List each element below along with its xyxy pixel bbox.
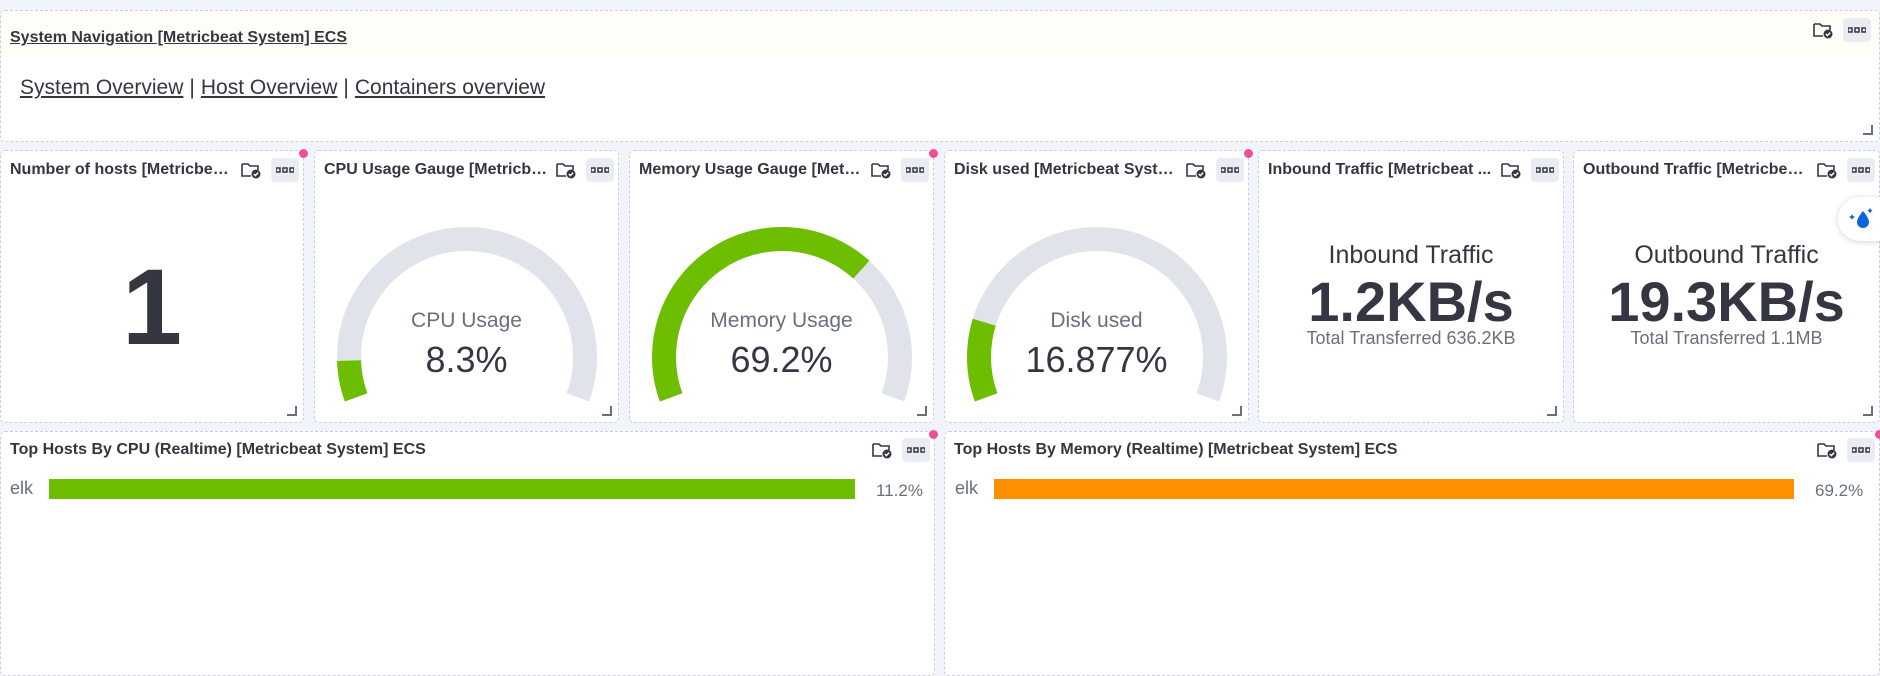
more-options-icon [1852, 167, 1870, 173]
panel-title: Top Hosts By Memory (Realtime) [Metricbe… [954, 441, 1398, 458]
more-options-icon [276, 167, 294, 173]
save-to-library-button[interactable] [868, 438, 896, 462]
traffic-total: Total Transferred 1.1MB [1630, 328, 1823, 348]
link-system-overview[interactable]: System Overview [20, 76, 183, 99]
traffic-label: Inbound Traffic [1328, 241, 1494, 269]
save-to-library-button[interactable] [1809, 18, 1837, 42]
link-containers-overview[interactable]: Containers overview [355, 76, 545, 99]
gauge-value: 16.877% [1025, 339, 1168, 380]
panel-options-button[interactable] [1531, 158, 1559, 182]
panel-options-button[interactable] [902, 438, 930, 462]
panel-title: Outbound Traffic [Metricbea... [1583, 161, 1808, 178]
panel-options-button[interactable] [1847, 158, 1875, 182]
memory-gauge [652, 227, 912, 402]
resize-handle-icon[interactable] [602, 406, 612, 416]
notification-dot [1875, 430, 1880, 439]
panel-options-button[interactable] [1843, 18, 1871, 42]
notification-dot [929, 430, 938, 439]
outbound-traffic-panel: Outbound Traffic [Metricbea... Outbound … [1573, 150, 1880, 423]
disk-gauge [967, 227, 1227, 402]
save-to-library-button[interactable] [1813, 438, 1841, 462]
link-separator: | [343, 76, 349, 99]
folder-check-icon [872, 443, 892, 459]
cpu-usage-gauge-panel: CPU Usage Gauge [Metricbe... CPU Usage 8… [314, 150, 619, 423]
nav-links: System Overview | Host Overview | Containers… [20, 76, 545, 100]
top-hosts-cpu-panel: Top Hosts By CPU (Realtime) [Metricbeat … [0, 431, 935, 676]
host-bar[interactable] [49, 479, 855, 499]
resize-handle-icon[interactable] [1232, 406, 1242, 416]
save-to-library-button[interactable] [1813, 158, 1841, 182]
gauge-label: CPU Usage [411, 309, 522, 332]
resize-handle-icon[interactable] [917, 406, 927, 416]
gauge-label: Memory Usage [710, 309, 853, 332]
inbound-traffic-panel: Inbound Traffic [Metricbeat ... Inbound … [1258, 150, 1564, 423]
host-label: elk [10, 478, 34, 498]
disk-used-gauge-panel: Disk used [Metricbeat Syste... Disk used… [944, 150, 1249, 423]
resize-handle-icon[interactable] [1863, 125, 1873, 135]
panel-title: Inbound Traffic [Metricbeat ... [1268, 161, 1492, 178]
system-navigation-panel: System Navigation [Metricbeat System] EC… [0, 10, 1880, 142]
traffic-label: Outbound Traffic [1634, 241, 1819, 269]
traffic-value: 19.3KB/s [1608, 270, 1845, 333]
traffic-value: 1.2KB/s [1308, 270, 1514, 333]
host-value: 11.2% [876, 481, 923, 500]
folder-check-icon [1501, 163, 1521, 179]
folder-check-icon [1817, 443, 1837, 459]
resize-handle-icon[interactable] [1863, 406, 1873, 416]
save-to-library-button[interactable] [237, 158, 265, 182]
resize-handle-icon[interactable] [287, 406, 297, 416]
panel-title: System Navigation [Metricbeat System] EC… [10, 29, 347, 46]
more-options-icon [907, 447, 925, 453]
gauge-value: 8.3% [425, 339, 508, 380]
traffic-total: Total Transferred 636.2KB [1306, 328, 1516, 348]
notification-dot [299, 149, 308, 158]
ai-assistant-icon [1849, 208, 1873, 228]
panel-title: Top Hosts By CPU (Realtime) [Metricbeat … [10, 441, 426, 458]
top-hosts-memory-panel: Top Hosts By Memory (Realtime) [Metricbe… [944, 431, 1880, 676]
link-host-overview[interactable]: Host Overview [201, 76, 338, 99]
more-options-icon [1848, 27, 1866, 33]
cpu-gauge [337, 227, 597, 402]
more-options-icon [1536, 167, 1554, 173]
ai-assistant-button[interactable] [1838, 197, 1880, 241]
panel-title: Number of hosts [Metricbeat... [10, 161, 235, 178]
folder-check-icon [1817, 163, 1837, 179]
folder-check-icon [241, 163, 261, 179]
number-of-hosts-panel: Number of hosts [Metricbeat... 1 [0, 150, 304, 423]
gauge-label: Disk used [1050, 309, 1143, 332]
host-bar[interactable] [994, 479, 1794, 499]
notification-dot [929, 149, 938, 158]
save-to-library-button[interactable] [1497, 158, 1525, 182]
panel-options-button[interactable] [1847, 438, 1875, 462]
metric-value: 1 [121, 246, 183, 367]
host-value: 69.2% [1815, 481, 1864, 500]
gauge-value: 69.2% [730, 339, 833, 380]
notification-dot [1244, 149, 1253, 158]
folder-check-icon [1813, 23, 1833, 39]
panel-options-button[interactable] [271, 158, 299, 182]
more-options-icon [1852, 447, 1870, 453]
memory-usage-gauge-panel: Memory Usage Gauge [Metri... Memory Usag… [629, 150, 934, 423]
resize-handle-icon[interactable] [1547, 406, 1557, 416]
host-label: elk [955, 478, 979, 498]
link-separator: | [189, 76, 195, 99]
